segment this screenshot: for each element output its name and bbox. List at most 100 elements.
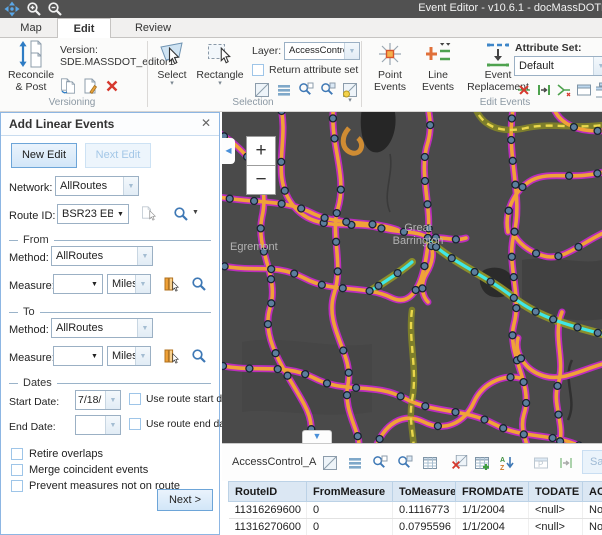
- save-button[interactable]: Save: [582, 450, 602, 474]
- cell-routeid[interactable]: 11316269600: [229, 502, 307, 519]
- reconcile-post-button[interactable]: Reconcile & Post: [4, 40, 58, 93]
- chevron-down-icon[interactable]: ▼: [135, 275, 150, 293]
- line-events-button[interactable]: Line Events Line Events: [416, 40, 460, 93]
- next-edit-button[interactable]: Next Edit: [85, 143, 151, 168]
- end-date-combobox[interactable]: ▼: [75, 415, 121, 435]
- table-attributes-button[interactable]: P: [533, 454, 550, 471]
- new-edit-button[interactable]: New Edit: [11, 143, 77, 168]
- table-row[interactable]: 11316270600 0 0.0795596 1/1/2004 <null> …: [229, 519, 602, 535]
- chevron-down-icon[interactable]: ▼: [87, 347, 102, 365]
- chevron-down-icon[interactable]: ▼: [344, 43, 359, 59]
- table-pan-to-selected-button[interactable]: [397, 454, 414, 471]
- cell-routeid[interactable]: 11316270600: [229, 519, 307, 535]
- table-sort-button[interactable]: AZ: [499, 454, 516, 471]
- column-header-access[interactable]: ACCESS: [583, 482, 602, 502]
- select-features-icon[interactable]: [254, 82, 270, 98]
- chevron-down-icon[interactable]: ▼: [113, 205, 128, 223]
- prevent-measures-checkbox[interactable]: [11, 480, 23, 492]
- zoom-out-icon[interactable]: [47, 1, 63, 17]
- cell-fromdate[interactable]: 1/1/2004: [456, 519, 529, 535]
- from-unit-combobox[interactable]: Miles ▼: [107, 274, 151, 294]
- chevron-down-icon[interactable]: ▼: [105, 416, 120, 434]
- point-events-button[interactable]: Point Events: [368, 40, 412, 93]
- table-calculate-button[interactable]: [422, 454, 439, 471]
- next-button[interactable]: Next >: [157, 489, 213, 511]
- clear-selection-button[interactable]: ▾: [342, 82, 358, 104]
- column-header-todate[interactable]: TODATE: [529, 482, 583, 502]
- column-header-frommeasure[interactable]: FromMeasure: [307, 482, 393, 502]
- selected-records-icon[interactable]: [276, 82, 292, 98]
- pan-icon[interactable]: [4, 1, 20, 17]
- network-combobox[interactable]: AllRoutes ▼: [55, 176, 139, 196]
- cell-todate[interactable]: <null>: [529, 502, 583, 519]
- cell-frommeasure[interactable]: 0: [307, 519, 393, 535]
- map-zoom-in-button[interactable]: +: [246, 136, 276, 166]
- compress-version-icon[interactable]: [60, 78, 76, 94]
- select-tool-button[interactable]: Select ▾: [152, 40, 192, 87]
- attribute-set-combobox[interactable]: Default ▼: [514, 56, 602, 76]
- table-clear-selection-button[interactable]: [452, 454, 469, 471]
- map-view[interactable]: Egremont Great Barrington ◀ + − ▼: [222, 112, 602, 443]
- column-header-routeid[interactable]: RouteID: [229, 482, 307, 502]
- table-zoom-to-selected-button[interactable]: [372, 454, 389, 471]
- from-measure-pick-icon[interactable]: [163, 276, 179, 292]
- merge-event-icon[interactable]: [536, 82, 552, 98]
- close-icon[interactable]: ✕: [201, 116, 211, 130]
- from-measure-combobox[interactable]: ▼: [53, 274, 103, 294]
- cell-todate[interactable]: <null>: [529, 519, 583, 535]
- to-method-combobox[interactable]: AllRoutes ▼: [51, 318, 153, 338]
- table-measure-button[interactable]: [558, 454, 575, 471]
- pan-to-selection-icon[interactable]: [320, 82, 336, 98]
- rectangle-dropdown-caret[interactable]: ▾: [196, 81, 244, 87]
- route-zoom-icon[interactable]: [173, 206, 189, 222]
- rectangle-tool-button[interactable]: Rectangle ▾: [196, 40, 244, 87]
- to-measure-combobox[interactable]: ▼: [53, 346, 103, 366]
- collapse-table-arrow[interactable]: ▼: [302, 430, 332, 443]
- route-id-combobox[interactable]: BSR23 EB ▼: [57, 204, 129, 224]
- return-attribute-set-option[interactable]: Return attribute set: [252, 64, 358, 76]
- map-zoom-out-button[interactable]: −: [246, 165, 276, 195]
- tab-edit[interactable]: Edit: [57, 18, 111, 39]
- use-route-start-checkbox[interactable]: [129, 393, 141, 405]
- select-dropdown-caret[interactable]: ▾: [152, 81, 192, 87]
- from-method-combobox[interactable]: AllRoutes ▼: [51, 246, 153, 266]
- column-header-tomeasure[interactable]: ToMeasure: [393, 482, 456, 502]
- chevron-down-icon[interactable]: ▼: [137, 247, 152, 265]
- new-version-icon[interactable]: [82, 78, 98, 94]
- use-route-end-checkbox[interactable]: [129, 418, 141, 430]
- cell-tomeasure[interactable]: 0.0795596: [393, 519, 456, 535]
- cell-frommeasure[interactable]: 0: [307, 502, 393, 519]
- return-attribute-set-checkbox[interactable]: [252, 64, 264, 76]
- cell-tomeasure[interactable]: 0.1116773: [393, 502, 456, 519]
- chevron-down-icon[interactable]: ▼: [137, 319, 152, 337]
- event-attributes-window-icon[interactable]: [576, 82, 592, 98]
- delete-version-icon[interactable]: [104, 78, 120, 94]
- from-measure-zoom-icon[interactable]: [191, 276, 207, 292]
- zoom-to-selection-icon[interactable]: [298, 82, 314, 98]
- to-measure-pick-icon[interactable]: [163, 348, 179, 364]
- chevron-down-icon[interactable]: ▼: [105, 391, 120, 409]
- layer-combobox[interactable]: AccessControl_A ▼: [284, 42, 360, 60]
- cell-access[interactable]: No: [583, 502, 602, 519]
- column-header-fromdate[interactable]: FROMDATE: [456, 482, 529, 502]
- chevron-down-icon[interactable]: ▼: [135, 347, 150, 365]
- table-row[interactable]: 11316269600 0 0.1116773 1/1/2004 <null> …: [229, 502, 602, 519]
- cell-fromdate[interactable]: 1/1/2004: [456, 502, 529, 519]
- snap-event-icon[interactable]: [556, 82, 572, 98]
- tab-review[interactable]: Review: [122, 18, 184, 38]
- collapse-panel-arrow[interactable]: ◀: [222, 138, 235, 164]
- tab-map[interactable]: Map: [6, 18, 56, 38]
- to-measure-zoom-icon[interactable]: [191, 348, 207, 364]
- table-select-features-button[interactable]: [322, 454, 339, 471]
- table-add-record-button[interactable]: [474, 454, 491, 471]
- route-zoom-caret[interactable]: ▼: [192, 209, 199, 216]
- chevron-down-icon[interactable]: ▼: [123, 177, 138, 195]
- chevron-down-icon[interactable]: ▼: [87, 275, 102, 293]
- table-show-selected-button[interactable]: [347, 454, 364, 471]
- start-date-combobox[interactable]: 7/18/ ▼: [75, 390, 121, 410]
- split-event-icon[interactable]: [516, 82, 532, 98]
- event-panels-icon[interactable]: [596, 82, 602, 98]
- zoom-in-icon[interactable]: [26, 1, 42, 17]
- to-unit-combobox[interactable]: Miles ▼: [107, 346, 151, 366]
- route-select-icon[interactable]: [141, 206, 157, 222]
